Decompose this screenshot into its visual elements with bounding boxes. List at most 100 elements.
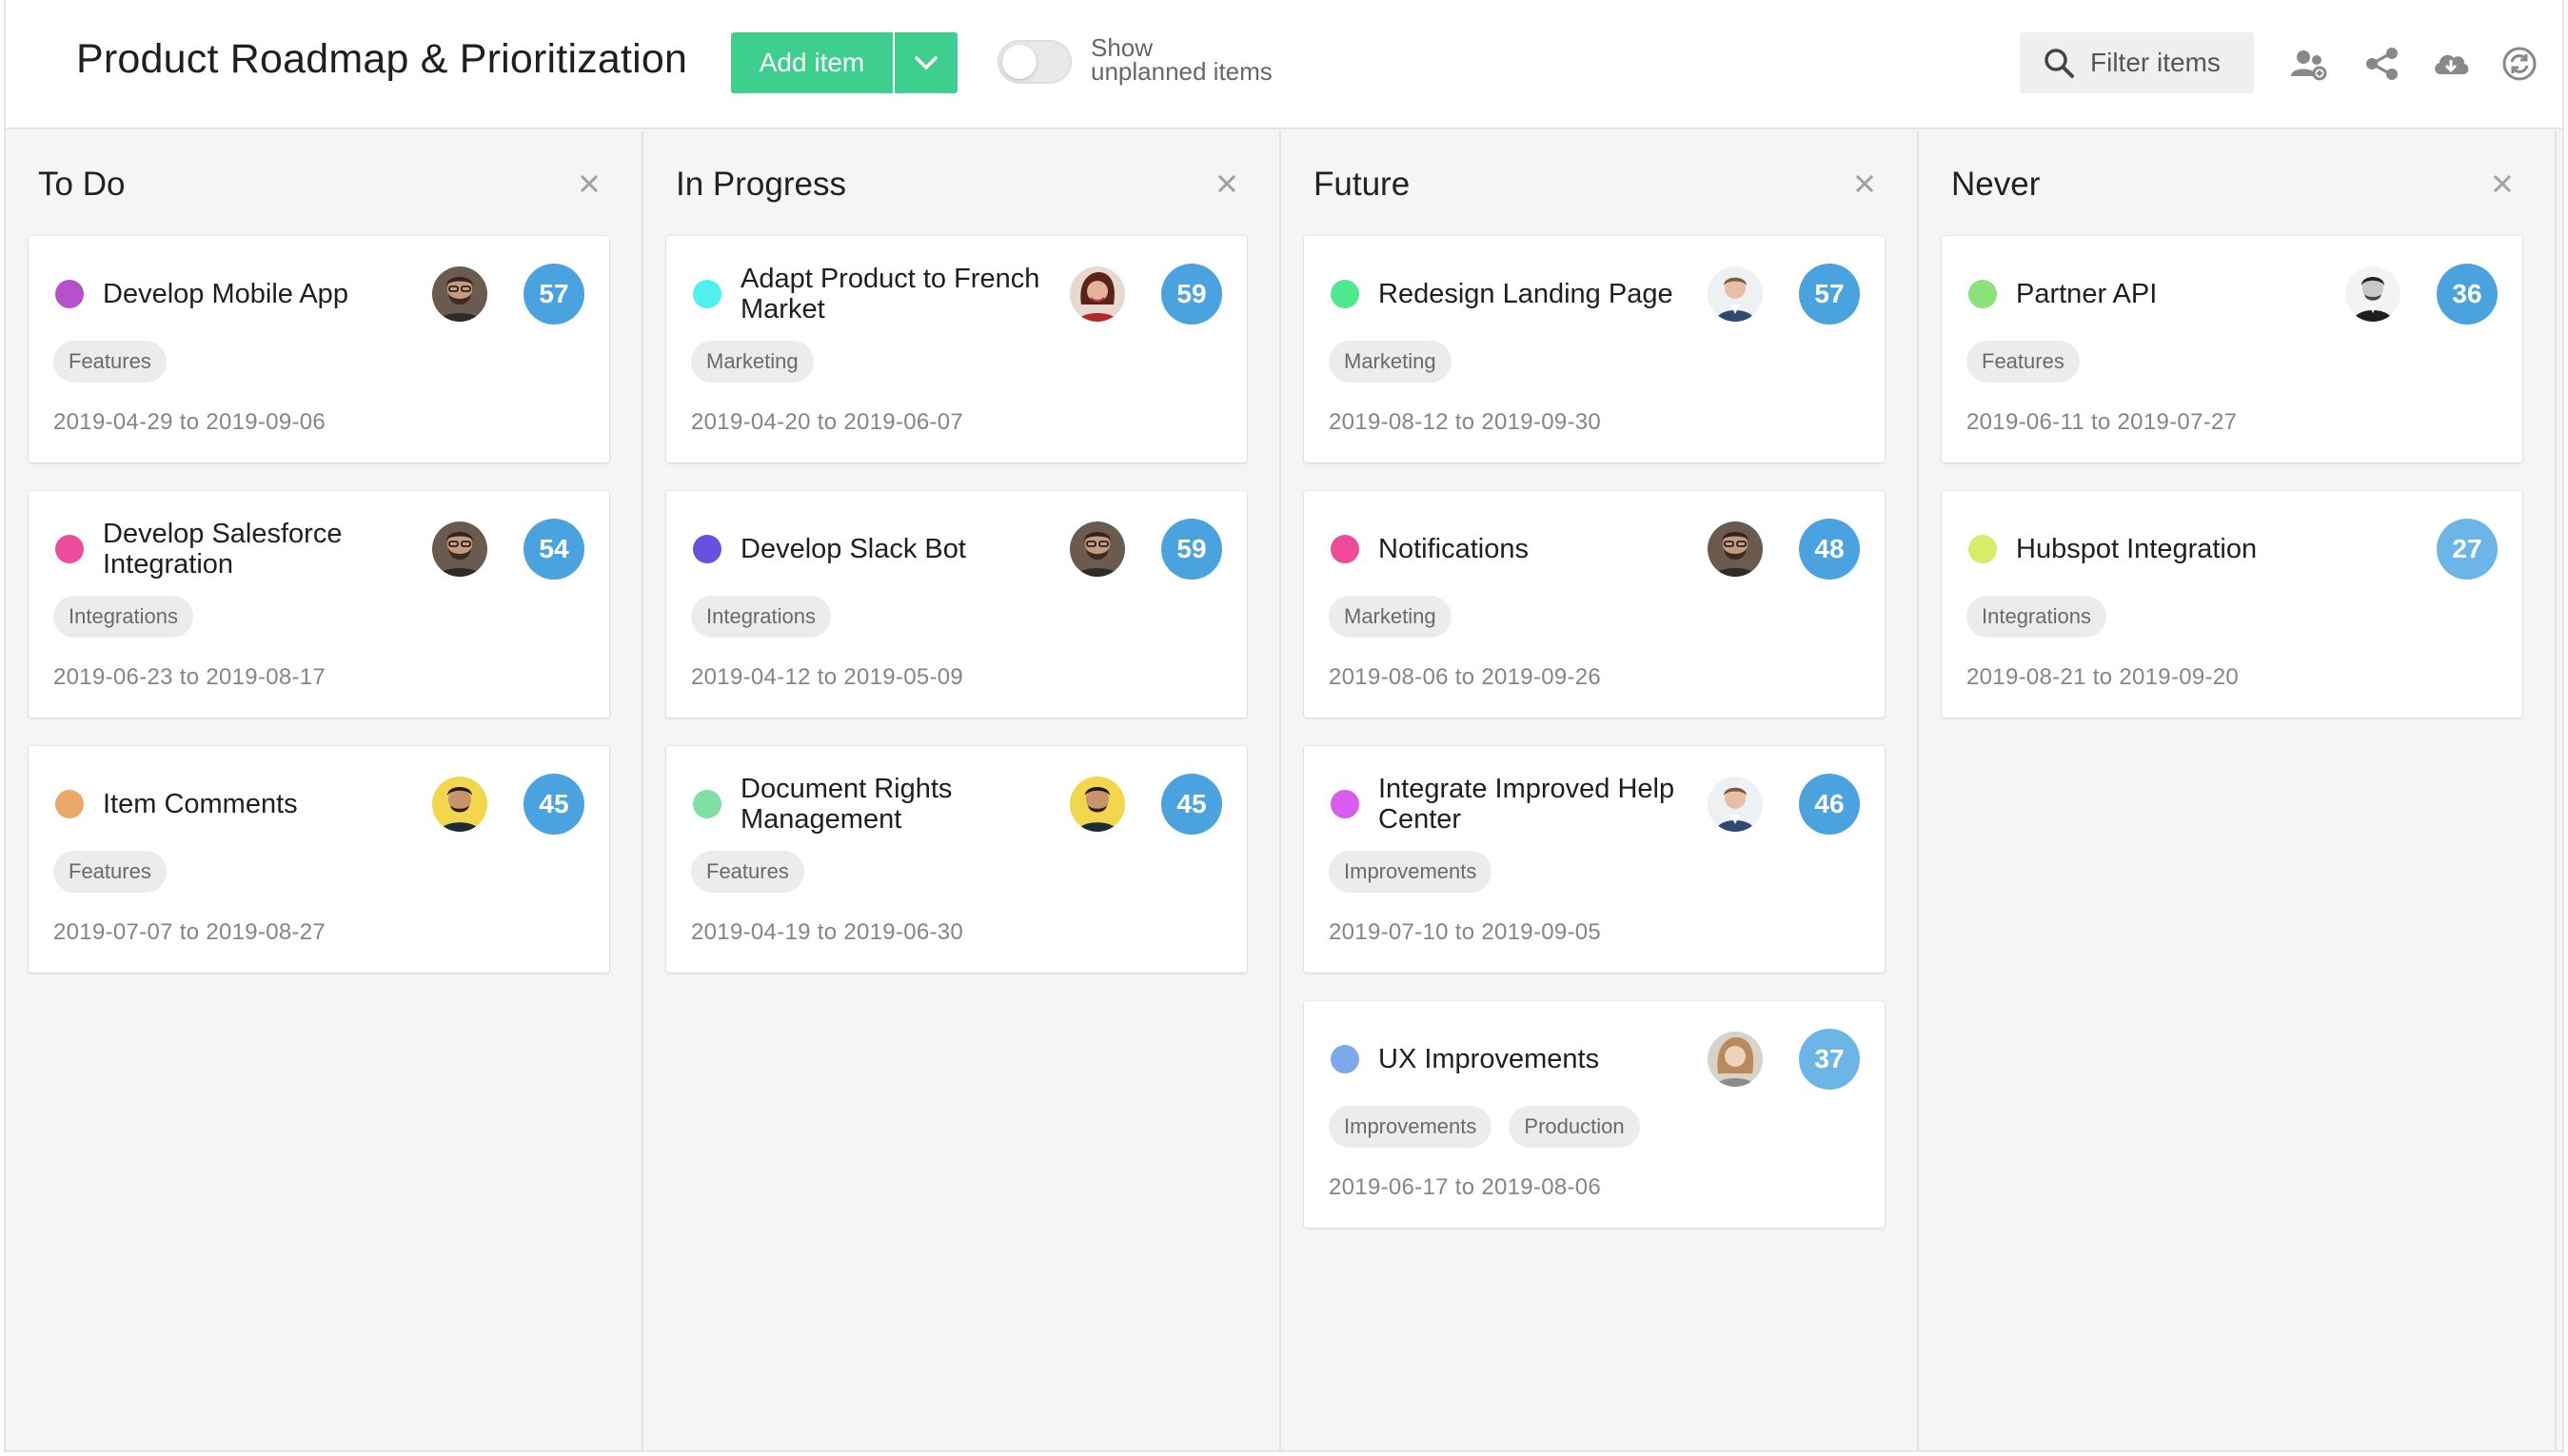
card-develop-mobile-app[interactable]: Develop Mobile App57Features2019-04-29 t… (29, 236, 609, 462)
tag-marketing: Marketing (691, 341, 814, 383)
status-dot (1331, 1045, 1359, 1073)
column-to-do: To Do Develop Mobile App57Features2019-04… (6, 131, 643, 1450)
status-dot (55, 535, 84, 563)
tag-list: Improvements (1329, 851, 1491, 893)
card-notifications[interactable]: Notifications48Marketing2019-08-06 to 20… (1304, 491, 1885, 718)
add-item-dropdown-button[interactable] (893, 32, 958, 93)
tag-list: Marketing (1329, 596, 1452, 638)
sync-icon[interactable] (2499, 44, 2539, 84)
status-dot (1968, 280, 1997, 308)
avatar (1070, 777, 1125, 832)
filter-items-placeholder: Filter items (2090, 48, 2221, 78)
status-dot (55, 790, 84, 818)
avatar (1708, 521, 1763, 577)
show-unplanned-label-line2: unplanned items (1091, 60, 1273, 84)
card-title: Develop Slack Bot (741, 518, 1064, 580)
score-badge: 36 (2437, 264, 2498, 325)
card-partner-api[interactable]: Partner API 36 Features 2019-06-11 to 2019-… (1942, 236, 2522, 462)
tag-integrations: Integrations (1966, 596, 2106, 638)
tag-list: Integrations (691, 596, 831, 638)
score-badge: 46 (1799, 774, 1860, 835)
cloud-download-icon[interactable] (2431, 44, 2471, 84)
card-develop-salesforce-integration[interactable]: Develop Salesforce Integration54Integrat… (29, 491, 609, 718)
screen: Product Roadmap & Prioritization Add ite… (0, 0, 2568, 1456)
score-badge: 54 (523, 519, 584, 580)
card-title: Adapt Product to French Market (741, 263, 1064, 325)
card-title: Develop Mobile App (103, 263, 426, 325)
avatar (432, 521, 487, 577)
date-range: 2019-07-10 to 2019-09-05 (1329, 919, 1601, 946)
add-item-button[interactable]: Add item (731, 32, 893, 93)
page-title: Product Roadmap & Prioritization (76, 36, 687, 83)
card-hubspot-integration[interactable]: Hubspot Integration27Integrations2019-08… (1942, 491, 2522, 718)
avatar (1708, 777, 1763, 832)
roadmap-app: Product Roadmap & Prioritization Add ite… (4, 0, 2564, 1452)
score-badge: 27 (2437, 519, 2498, 580)
score-badge: 57 (1799, 264, 1860, 325)
card-document-rights-management[interactable]: Document Rights Management45Features2019… (666, 746, 1247, 973)
column-title: Future (1314, 166, 1410, 204)
tag-integrations: Integrations (53, 596, 193, 638)
search-icon (2043, 47, 2075, 79)
close-icon[interactable] (575, 169, 603, 198)
status-dot (1331, 280, 1359, 308)
chevron-down-icon (914, 55, 938, 70)
tag-improvements: Improvements (1329, 1106, 1491, 1148)
avatar (432, 266, 487, 322)
date-range: 2019-07-07 to 2019-08-27 (53, 919, 326, 946)
show-unplanned-toggle[interactable] (998, 40, 1072, 84)
avatar (1708, 1032, 1763, 1087)
card-adapt-product-to-french-market[interactable]: Adapt Product to French Market 59 Marketin… (666, 236, 1247, 462)
card-redesign-landing-page[interactable]: Redesign Landing Page57Marketing2019-08-… (1304, 236, 1885, 462)
team-icon[interactable] (2288, 44, 2328, 84)
score-badge: 59 (1161, 264, 1222, 325)
tag-list: Features (1966, 341, 2080, 383)
score-badge: 48 (1799, 519, 1860, 580)
avatar (1708, 266, 1763, 322)
show-unplanned-label: Show unplanned items (1091, 36, 1273, 84)
tag-features: Features (691, 851, 804, 893)
share-icon[interactable] (2362, 44, 2402, 84)
tag-list: Improvements Production (1329, 1106, 1640, 1148)
score-badge: 45 (523, 774, 584, 835)
status-dot (1968, 535, 1997, 563)
toggle-knob (1002, 45, 1037, 79)
card-title: Hubspot Integration (2016, 518, 2340, 580)
column-never: NeverPartner API36Features2019-06-11 to … (1919, 131, 2557, 1450)
tag-features: Features (1966, 341, 2080, 383)
card-title: Partner API (2016, 263, 2340, 325)
close-icon[interactable] (1850, 169, 1879, 198)
status-dot (1331, 535, 1359, 563)
card-title: Integrate Improved Help Center (1378, 773, 1702, 836)
card-title: UX Improvements (1378, 1028, 1702, 1091)
card-item-comments[interactable]: Item Comments 45 Features 2019-07-07 to 201… (29, 746, 609, 973)
top-bar: Product Roadmap & Prioritization Add ite… (6, 0, 2562, 129)
close-icon[interactable] (2488, 169, 2517, 198)
card-title: Document Rights Management (741, 773, 1064, 836)
score-badge: 37 (1799, 1029, 1860, 1090)
card-integrate-improved-help-center[interactable]: Integrate Improved Help Center 46 Improvem… (1304, 746, 1885, 973)
tag-improvements: Improvements (1329, 851, 1491, 893)
avatar (2345, 266, 2400, 322)
card-title: Redesign Landing Page (1378, 263, 1702, 325)
card-develop-slack-bot[interactable]: Develop Slack Bot59Integrations2019-04-1… (666, 491, 1247, 718)
tag-list: Integrations (53, 596, 193, 638)
date-range: 2019-06-23 to 2019-08-17 (53, 664, 326, 691)
status-dot (693, 280, 721, 308)
tag-list: Marketing (691, 341, 814, 383)
avatar (1070, 266, 1125, 322)
card-ux-improvements[interactable]: UX Improvements37ImprovementsProduction2… (1304, 1001, 1885, 1228)
date-range: 2019-04-20 to 2019-06-07 (691, 409, 963, 436)
close-icon[interactable] (1213, 169, 1241, 198)
card-title: Item Comments (103, 773, 426, 836)
tag-list: Features (691, 851, 804, 893)
filter-items-input[interactable]: Filter items (2020, 32, 2254, 93)
date-range: 2019-06-11 to 2019-07-27 (1966, 409, 2237, 436)
tag-list: Features (53, 851, 167, 893)
status-dot (55, 280, 84, 308)
status-dot (693, 790, 721, 818)
tag-production: Production (1509, 1106, 1639, 1148)
tag-features: Features (53, 851, 167, 893)
column-title: To Do (38, 166, 125, 204)
tag-list: Features (53, 341, 167, 383)
